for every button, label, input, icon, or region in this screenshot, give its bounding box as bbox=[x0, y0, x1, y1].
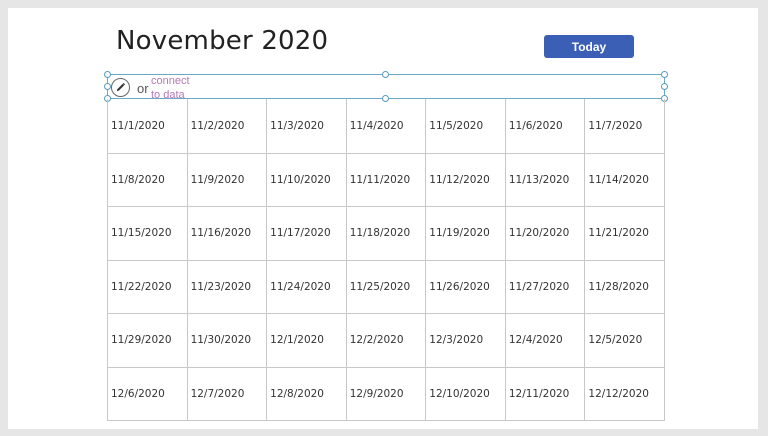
day-cell[interactable]: 11/19/2020 bbox=[426, 206, 506, 260]
day-cell[interactable]: 12/8/2020 bbox=[267, 366, 347, 420]
day-cell[interactable]: 11/26/2020 bbox=[426, 259, 506, 313]
day-cell[interactable]: 12/1/2020 bbox=[267, 313, 347, 367]
month-title: November 2020 bbox=[116, 26, 329, 56]
day-cell[interactable]: 11/15/2020 bbox=[108, 206, 188, 260]
resize-handle-middle-left[interactable] bbox=[104, 83, 111, 90]
day-cell[interactable]: 11/4/2020 bbox=[347, 99, 427, 153]
connect-to-data-link[interactable]: connect to data bbox=[151, 74, 193, 98]
day-cell[interactable]: 11/28/2020 bbox=[585, 259, 665, 313]
day-cell[interactable]: 12/12/2020 bbox=[585, 366, 665, 420]
day-cell[interactable]: 12/9/2020 bbox=[346, 366, 427, 420]
day-cell[interactable]: 11/23/2020 bbox=[187, 259, 268, 313]
day-cell[interactable]: 11/13/2020 bbox=[505, 152, 586, 206]
day-cell[interactable]: 12/10/2020 bbox=[426, 366, 506, 420]
day-cell[interactable]: 11/7/2020 bbox=[585, 99, 665, 153]
day-cell[interactable]: 11/20/2020 bbox=[505, 206, 586, 260]
day-cell[interactable]: 11/25/2020 bbox=[346, 259, 427, 313]
day-cell[interactable]: 11/18/2020 bbox=[346, 206, 427, 260]
day-cell[interactable]: 11/29/2020 bbox=[108, 313, 188, 367]
day-cell[interactable]: 11/17/2020 bbox=[267, 206, 347, 260]
resize-handle-top-right[interactable] bbox=[661, 71, 668, 78]
day-cell[interactable]: 11/6/2020 bbox=[506, 99, 586, 153]
day-cell[interactable]: 11/14/2020 bbox=[585, 152, 665, 206]
day-cell[interactable]: 12/3/2020 bbox=[426, 313, 506, 367]
day-cell[interactable]: 11/27/2020 bbox=[505, 259, 586, 313]
day-cell[interactable]: 11/24/2020 bbox=[267, 259, 347, 313]
day-cell[interactable]: 11/3/2020 bbox=[267, 99, 347, 153]
day-cell[interactable]: 11/11/2020 bbox=[346, 152, 427, 206]
day-cell[interactable]: 11/10/2020 bbox=[267, 152, 347, 206]
day-cell[interactable]: 11/5/2020 bbox=[426, 99, 506, 153]
today-button[interactable]: Today bbox=[544, 35, 634, 58]
day-cell[interactable]: 12/4/2020 bbox=[505, 313, 586, 367]
resize-handle-middle-right[interactable] bbox=[661, 83, 668, 90]
pencil-icon[interactable] bbox=[111, 78, 130, 97]
day-cell[interactable]: 11/21/2020 bbox=[585, 206, 665, 260]
day-cell[interactable]: 11/22/2020 bbox=[108, 259, 188, 313]
pencil-glyph bbox=[116, 82, 126, 92]
day-cell[interactable]: 11/9/2020 bbox=[187, 152, 268, 206]
day-cell[interactable]: 11/8/2020 bbox=[108, 152, 188, 206]
placeholder-or-text: or bbox=[137, 81, 149, 96]
day-cell[interactable]: 11/2/2020 bbox=[188, 99, 268, 153]
resize-handle-top-middle[interactable] bbox=[382, 71, 389, 78]
day-cell[interactable]: 12/6/2020 bbox=[108, 366, 188, 420]
day-cell[interactable]: 12/7/2020 bbox=[187, 366, 268, 420]
day-cell[interactable]: 12/11/2020 bbox=[505, 366, 586, 420]
resize-handle-top-left[interactable] bbox=[104, 71, 111, 78]
day-cell[interactable]: 11/16/2020 bbox=[187, 206, 268, 260]
day-cell[interactable]: 12/5/2020 bbox=[585, 313, 665, 367]
calendar-grid: 11/1/2020 11/2/2020 11/3/2020 11/4/2020 … bbox=[107, 99, 665, 421]
day-cell[interactable]: 11/12/2020 bbox=[426, 152, 506, 206]
day-cell[interactable]: 11/1/2020 bbox=[108, 99, 188, 153]
day-cell[interactable]: 11/30/2020 bbox=[187, 313, 268, 367]
day-cell[interactable]: 12/2/2020 bbox=[346, 313, 427, 367]
